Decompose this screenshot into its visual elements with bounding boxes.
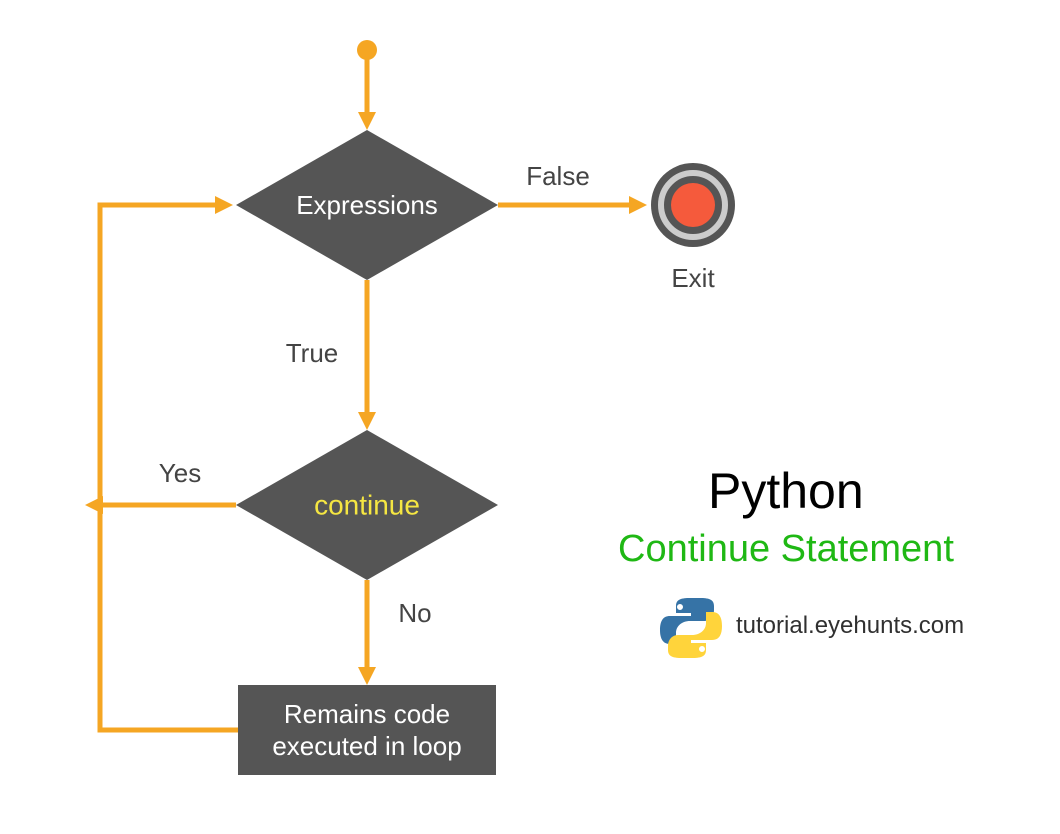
yes-label: Yes <box>159 458 201 488</box>
title-python: Python <box>708 462 864 520</box>
true-label: True <box>286 338 339 368</box>
continue-label: continue <box>314 489 420 520</box>
website-url: tutorial.eyehunts.com <box>736 612 964 640</box>
remains-label-1: Remains code <box>284 699 450 729</box>
false-label: False <box>526 161 590 191</box>
exit-inner-icon <box>671 183 715 227</box>
arrow-icon <box>358 667 376 685</box>
remains-label-2: executed in loop <box>272 731 461 761</box>
flowchart-diagram: Expressions False Exit True continue Yes… <box>0 0 1060 834</box>
title-continue-statement: Continue Statement <box>618 528 954 571</box>
expressions-label: Expressions <box>296 190 438 220</box>
exit-label: Exit <box>671 263 715 293</box>
arrow-icon <box>629 196 647 214</box>
arrow-icon <box>358 412 376 430</box>
arrow-icon <box>358 112 376 130</box>
python-logo-icon <box>658 596 724 660</box>
arrow-icon <box>215 196 233 214</box>
no-label: No <box>398 598 431 628</box>
